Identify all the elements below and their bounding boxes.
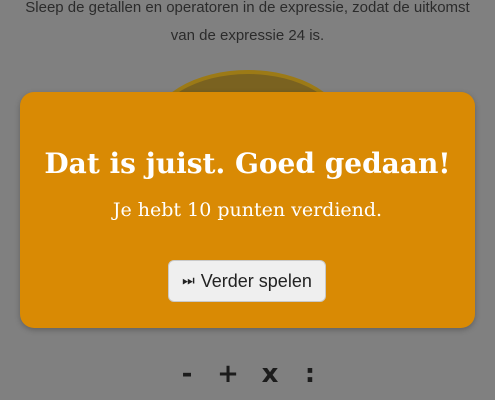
operator-plus[interactable]: + [208, 356, 248, 392]
operator-multiply[interactable]: x [250, 356, 290, 392]
instruction-line-2: van de expressie 24 is. [170, 27, 325, 44]
dialog-subtitle: Je hebt 10 punten verdiend. [112, 199, 383, 221]
instructions: Sleep de getallen en operatoren in de ex… [0, 0, 495, 50]
dialog-title: Dat is juist. Goed gedaan! [44, 147, 451, 180]
success-dialog: Dat is juist. Goed gedaan! Je hebt 10 pu… [20, 92, 475, 328]
next-track-icon: ⏭ [182, 273, 195, 289]
operator-tray: - + x : [0, 356, 495, 392]
operator-minus[interactable]: - [167, 356, 207, 392]
continue-button-label: Verder spelen [200, 270, 312, 291]
instruction-line-1: Sleep de getallen en operatoren in de ex… [25, 0, 470, 16]
continue-playing-button[interactable]: ⏭ Verder spelen [168, 260, 326, 302]
operator-divide[interactable]: : [290, 356, 330, 392]
